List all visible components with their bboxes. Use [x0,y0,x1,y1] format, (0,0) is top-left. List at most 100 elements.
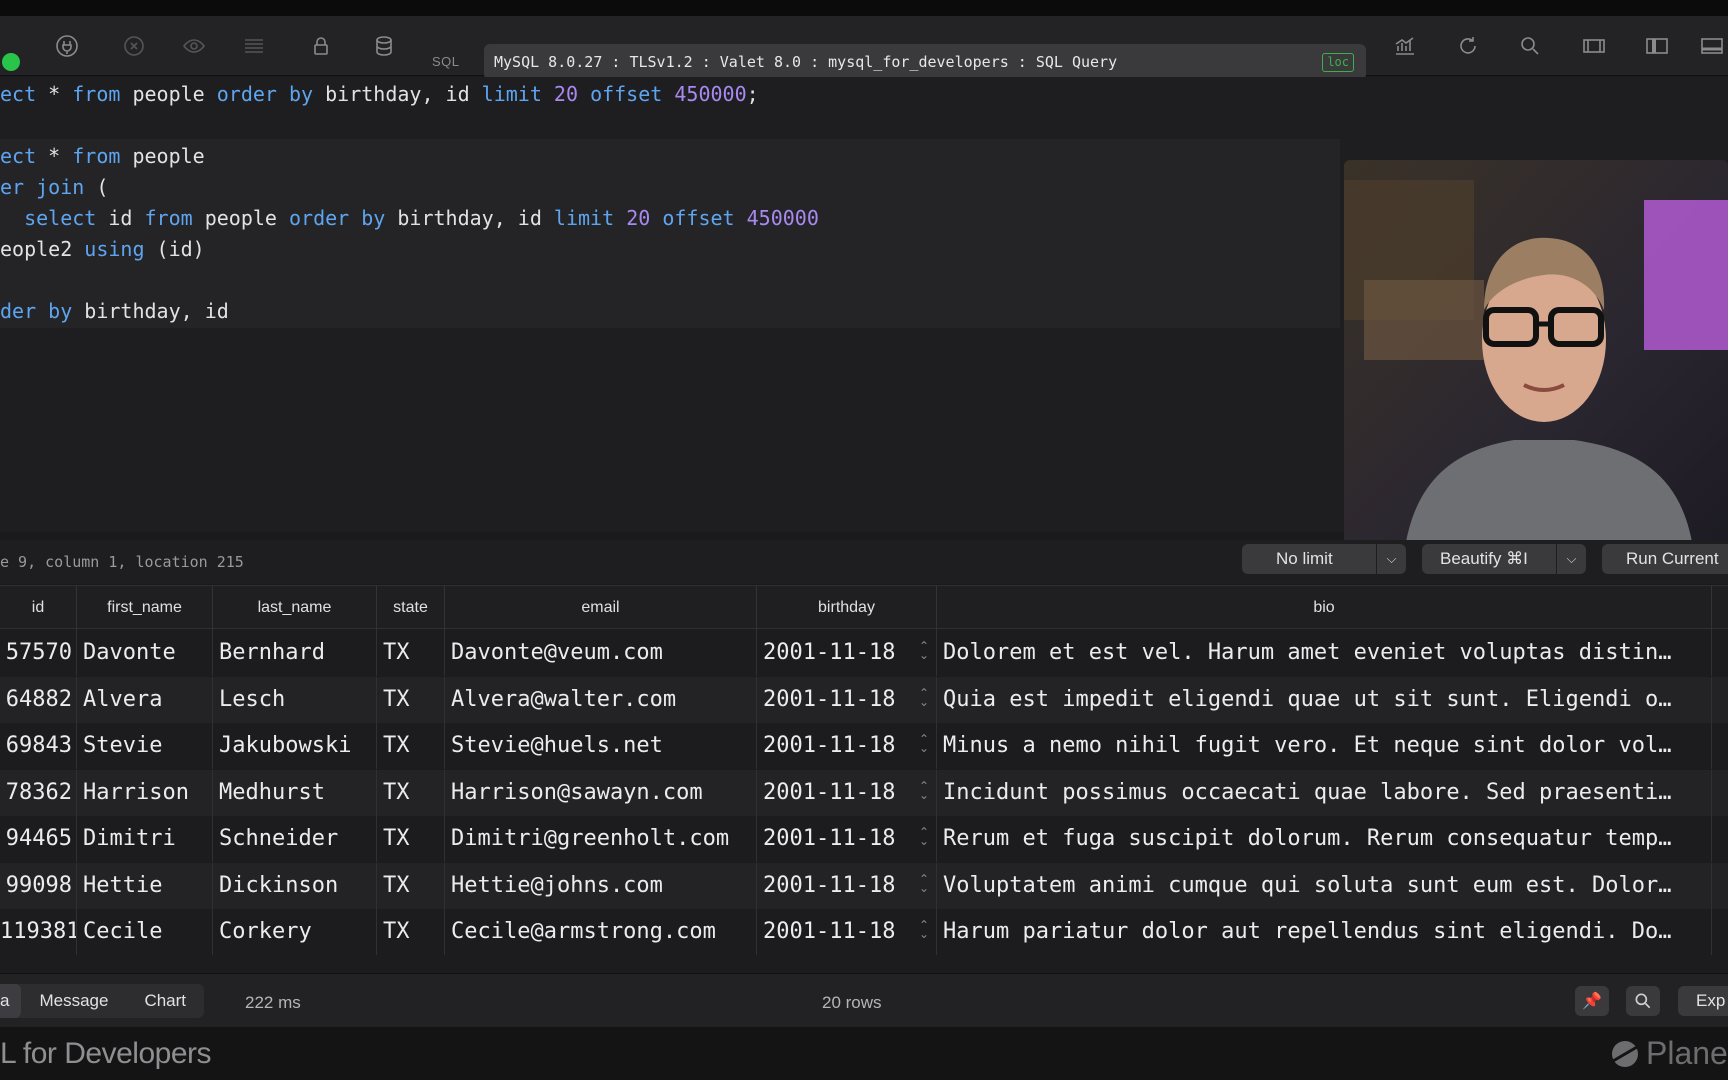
cell-birthday[interactable]: 2001-11-18 [757,769,937,816]
cell-first-name[interactable]: Hettie [77,862,213,909]
cell-birthday[interactable]: 2001-11-18 [757,816,937,862]
limit-dropdown[interactable]: No limit ⌵ [1242,544,1406,574]
date-stepper-icon[interactable]: ⌃ ⌄ [919,873,929,894]
cell-first-name[interactable]: Harrison [77,769,213,816]
run-current-button[interactable]: Run Current [1602,544,1728,574]
cell-first-name[interactable]: Dimitri [77,816,213,862]
database-icon[interactable] [368,30,400,62]
cell-birthday[interactable]: 2001-11-18 [757,723,937,769]
column-header-bio[interactable]: bio [937,586,1712,630]
cell-last-name[interactable]: Dickinson [213,862,377,909]
cell-id[interactable]: 119381 [0,909,77,955]
code-line[interactable]: der by birthday, id [0,294,1340,328]
table-row[interactable]: 57570 Davonte Bernhard TX Davonte@veum.com 20… [0,630,1728,676]
code-line[interactable]: eople2 using (id) [0,232,1340,266]
cell-bio[interactable]: Quia est impedit eligendi quae ut sit su… [937,676,1712,723]
beautify-dropdown[interactable]: Beautify ⌘I ⌵ [1422,544,1586,574]
tab-chart[interactable]: Chart [126,984,204,1018]
code-line[interactable] [0,263,1340,297]
cell-state[interactable]: TX [377,769,445,816]
list-icon[interactable] [238,30,270,62]
cell-first-name[interactable]: Alvera [77,676,213,723]
chevron-down-icon[interactable]: ⌵ [1556,544,1586,574]
table-row[interactable]: 119381 Cecile Corkery TX Cecile@armstrong.co… [0,909,1728,955]
cell-last-name[interactable]: Medhurst [213,769,377,816]
cell-state[interactable]: TX [377,630,445,676]
cancel-icon[interactable] [118,30,150,62]
sidebar-icon[interactable] [1641,30,1673,62]
tab-data[interactable]: a [0,984,22,1018]
cell-id[interactable]: 64882 [0,676,77,723]
cell-email[interactable]: Cecile@armstrong.com [445,909,757,955]
tab-message[interactable]: Message [21,984,126,1018]
sql-mode-label[interactable]: SQL [432,54,460,69]
table-row[interactable]: 94465 Dimitri Schneider TX Dimitri@greenholt… [0,816,1728,862]
date-stepper-icon[interactable]: ⌃ ⌄ [919,640,929,661]
plug-icon[interactable] [51,30,83,62]
columns-icon[interactable] [1578,30,1610,62]
code-line[interactable] [0,108,1340,142]
chevron-down-icon[interactable]: ⌵ [1376,544,1406,574]
date-stepper-icon[interactable]: ⌃ ⌄ [919,826,929,847]
cell-bio[interactable]: Minus a nemo nihil fugit vero. Et neque … [937,723,1712,769]
column-header-email[interactable]: email [445,586,757,630]
column-header-first-name[interactable]: first_name [77,586,213,630]
cell-birthday[interactable]: 2001-11-18 [757,630,937,676]
activity-icon[interactable] [1389,30,1421,62]
cell-email[interactable]: Harrison@sawayn.com [445,769,757,816]
export-button[interactable]: Exp [1678,986,1728,1016]
date-stepper-icon[interactable]: ⌃ ⌄ [919,687,929,708]
cell-first-name[interactable]: Cecile [77,909,213,955]
search-results-button[interactable] [1626,986,1660,1016]
cell-last-name[interactable]: Bernhard [213,630,377,676]
code-line[interactable]: select id from people order by birthday,… [0,201,1340,235]
cell-id[interactable]: 99098 [0,862,77,909]
cell-bio[interactable]: Rerum et fuga suscipit dolorum. Rerum co… [937,816,1712,862]
results-grid[interactable]: id first_name last_name state email birt… [0,585,1728,973]
panel-icon[interactable] [1696,30,1728,62]
cell-birthday[interactable]: 2001-11-18 [757,676,937,723]
eye-icon[interactable] [178,30,210,62]
cell-bio[interactable]: Dolorem et est vel. Harum amet eveniet v… [937,630,1712,676]
cell-id[interactable]: 78362 [0,769,77,816]
date-stepper-icon[interactable]: ⌃ ⌄ [919,733,929,754]
column-header-id[interactable]: id [0,586,77,630]
cell-state[interactable]: TX [377,816,445,862]
cell-id[interactable]: 94465 [0,816,77,862]
pin-button[interactable]: 📌 [1575,986,1609,1016]
cell-last-name[interactable]: Lesch [213,676,377,723]
column-header-birthday[interactable]: birthday [757,586,937,630]
connection-bar[interactable]: MySQL 8.0.27 : TLSv1.2 : Valet 8.0 : mys… [484,44,1366,80]
table-row[interactable]: 99098 Hettie Dickinson TX Hettie@johns.com 20… [0,862,1728,909]
cell-state[interactable]: TX [377,909,445,955]
cell-bio[interactable]: Voluptatem animi cumque qui soluta sunt … [937,862,1712,909]
cell-email[interactable]: Stevie@huels.net [445,723,757,769]
column-header-last-name[interactable]: last_name [213,586,377,630]
table-row[interactable]: 69843 Stevie Jakubowski TX Stevie@huels.net 2… [0,723,1728,769]
cell-birthday[interactable]: 2001-11-18 [757,909,937,955]
cell-email[interactable]: Hettie@johns.com [445,862,757,909]
cell-last-name[interactable]: Schneider [213,816,377,862]
table-row[interactable]: 78362 Harrison Medhurst TX Harrison@sawayn.c… [0,769,1728,816]
table-row[interactable]: 64882 Alvera Lesch TX Alvera@walter.com 2001-… [0,676,1728,723]
cell-birthday[interactable]: 2001-11-18 [757,862,937,909]
date-stepper-icon[interactable]: ⌃ ⌄ [919,919,929,940]
code-line[interactable]: er join ( [0,170,1340,204]
sql-editor[interactable]: ect * from people order by birthday, id … [0,77,1728,554]
cell-email[interactable]: Dimitri@greenholt.com [445,816,757,862]
cell-email[interactable]: Alvera@walter.com [445,676,757,723]
code-line[interactable]: ect * from people order by birthday, id … [0,77,1340,111]
cell-email[interactable]: Davonte@veum.com [445,630,757,676]
cell-state[interactable]: TX [377,723,445,769]
cell-first-name[interactable]: Stevie [77,723,213,769]
cell-bio[interactable]: Incidunt possimus occaecati quae labore.… [937,769,1712,816]
column-header-state[interactable]: state [377,586,445,630]
lock-icon[interactable] [305,30,337,62]
cell-state[interactable]: TX [377,862,445,909]
cell-id[interactable]: 57570 [0,630,77,676]
refresh-icon[interactable] [1452,30,1484,62]
cell-last-name[interactable]: Jakubowski [213,723,377,769]
cell-bio[interactable]: Harum pariatur dolor aut repellendus sin… [937,909,1712,955]
cell-first-name[interactable]: Davonte [77,630,213,676]
cell-last-name[interactable]: Corkery [213,909,377,955]
